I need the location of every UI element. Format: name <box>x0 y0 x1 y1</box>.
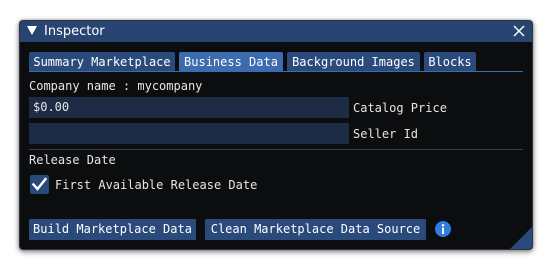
window-title: Inspector <box>44 24 105 39</box>
resize-grip-icon[interactable] <box>510 227 532 249</box>
seller-id-input[interactable] <box>29 123 349 144</box>
triangle-down-icon[interactable] <box>27 26 37 35</box>
close-icon[interactable] <box>512 24 526 38</box>
tab-summary-marketplace[interactable]: Summary Marketplace <box>29 52 175 71</box>
checkmark-icon <box>31 177 48 191</box>
tab-background-images[interactable]: Background Images <box>287 52 420 71</box>
tab-underline <box>29 71 523 72</box>
catalog-price-input[interactable]: $0.00 <box>29 97 349 118</box>
clean-marketplace-data-source-button[interactable]: Clean Marketplace Data Source <box>205 219 426 240</box>
catalog-price-label: Catalog Price <box>353 101 447 115</box>
separator <box>29 149 523 150</box>
company-name-label: Company name : mycompany <box>29 79 203 93</box>
title-bar[interactable]: Inspector <box>20 21 532 42</box>
release-date-heading: Release Date <box>29 153 116 167</box>
info-icon[interactable] <box>435 221 451 237</box>
seller-id-label: Seller Id <box>353 127 419 141</box>
first-available-checkbox[interactable] <box>30 175 49 194</box>
build-marketplace-data-button[interactable]: Build Marketplace Data <box>29 219 196 240</box>
inspector-window: Inspector Summary Marketplace Business D… <box>19 20 533 250</box>
first-available-label: First Available Release Date <box>55 178 258 192</box>
tab-blocks[interactable]: Blocks <box>424 52 476 71</box>
tab-business-data[interactable]: Business Data <box>179 52 283 71</box>
